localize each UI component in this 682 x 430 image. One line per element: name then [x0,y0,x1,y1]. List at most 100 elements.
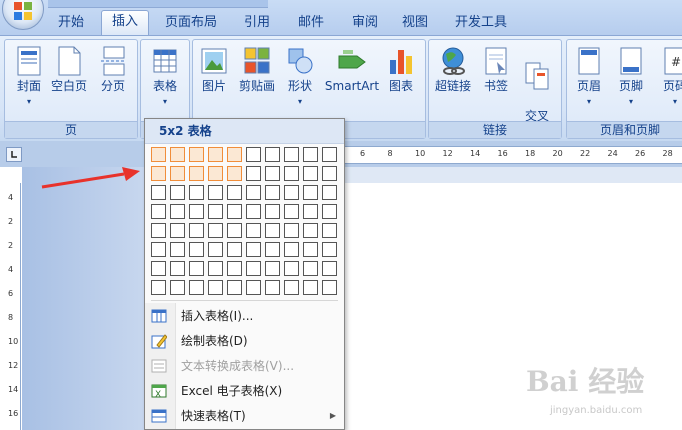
table-grid-cell[interactable] [208,223,223,238]
table-grid-cell[interactable] [265,166,280,181]
tab-insert[interactable]: 插入 [101,10,149,36]
table-grid-cell[interactable] [227,242,242,257]
table-grid-cell[interactable] [208,280,223,295]
tab-view[interactable]: 视图 [392,12,438,34]
draw-table-item[interactable]: 绘制表格(D) [145,330,344,352]
table-grid-cell[interactable] [246,204,261,219]
table-grid-cell[interactable] [322,242,337,257]
table-grid-cell[interactable] [284,147,299,162]
table-grid-cell[interactable] [208,242,223,257]
table-grid-cell[interactable] [189,204,204,219]
table-grid-cell[interactable] [322,204,337,219]
table-grid-cell[interactable] [322,280,337,295]
table-grid-cell[interactable] [151,242,166,257]
table-grid-cell[interactable] [151,280,166,295]
table-grid-cell[interactable] [189,280,204,295]
table-grid-cell[interactable] [227,147,242,162]
tab-developer[interactable]: 开发工具 [446,12,516,34]
table-grid-cell[interactable] [246,147,261,162]
table-grid-cell[interactable] [208,166,223,181]
table-grid-cell[interactable] [246,223,261,238]
table-grid-cell[interactable] [189,147,204,162]
table-grid-cell[interactable] [284,185,299,200]
tab-references[interactable]: 引用 [234,12,280,34]
picture-button[interactable]: 图片 [199,46,229,94]
table-grid-cell[interactable] [227,261,242,276]
table-grid-cell[interactable] [151,147,166,162]
table-grid-cell[interactable] [246,280,261,295]
page-number-button[interactable]: # 页码 ▾ [659,46,682,109]
table-grid-cell[interactable] [265,261,280,276]
smartart-button[interactable]: SmartArt [323,46,381,94]
table-grid-cell[interactable] [265,185,280,200]
table-grid-cell[interactable] [265,223,280,238]
tab-page-layout[interactable]: 页面布局 [156,12,226,34]
table-grid-cell[interactable] [189,166,204,181]
shapes-button[interactable]: 形状 ▾ [285,46,315,109]
table-grid-cell[interactable] [208,185,223,200]
table-grid-cell[interactable] [151,223,166,238]
table-grid-cell[interactable] [303,166,318,181]
table-grid-cell[interactable] [189,185,204,200]
office-button[interactable] [2,0,44,30]
tab-mailings[interactable]: 邮件 [288,12,334,34]
excel-spreadsheet-item[interactable]: X Excel 电子表格(X) [145,380,344,402]
table-grid-cell[interactable] [227,185,242,200]
table-grid-cell[interactable] [189,242,204,257]
tab-review[interactable]: 审阅 [342,12,388,34]
table-grid-cell[interactable] [322,223,337,238]
table-grid-cell[interactable] [303,185,318,200]
table-grid-cell[interactable] [284,166,299,181]
table-grid-cell[interactable] [151,261,166,276]
table-grid-cell[interactable] [322,185,337,200]
table-grid-cell[interactable] [303,147,318,162]
vertical-ruler[interactable]: 4 2 2 4 6 8 10 12 14 16 [4,183,21,430]
cover-page-button[interactable]: 封面 ▾ [11,46,47,109]
table-grid-cell[interactable] [246,185,261,200]
footer-button[interactable]: 页脚 ▾ [615,46,647,109]
table-grid-cell[interactable] [208,261,223,276]
table-grid-cell[interactable] [227,166,242,181]
table-grid-cell[interactable] [265,204,280,219]
table-grid-cell[interactable] [284,261,299,276]
table-grid-cell[interactable] [170,147,185,162]
table-grid-cell[interactable] [322,166,337,181]
table-grid-cell[interactable] [170,185,185,200]
table-grid-cell[interactable] [208,204,223,219]
page-break-button[interactable]: 分页 [95,46,131,94]
table-grid-cell[interactable] [322,147,337,162]
table-grid-cell[interactable] [246,166,261,181]
table-grid-cell[interactable] [246,242,261,257]
table-grid-cell[interactable] [170,261,185,276]
table-grid-cell[interactable] [265,147,280,162]
table-grid-cell[interactable] [151,185,166,200]
table-grid-cell[interactable] [284,280,299,295]
tab-selector[interactable] [6,147,22,162]
hyperlink-button[interactable]: 超链接 [433,46,473,94]
quick-tables-item[interactable]: 快速表格(T) ▶ [145,405,344,427]
table-grid-cell[interactable] [303,242,318,257]
table-grid-cell[interactable] [284,223,299,238]
table-grid-cell[interactable] [303,223,318,238]
table-grid-cell[interactable] [265,242,280,257]
tab-home[interactable]: 开始 [48,12,94,34]
table-grid-cell[interactable] [303,280,318,295]
insert-table-item[interactable]: 插入表格(I)... [145,305,344,327]
table-grid-cell[interactable] [189,261,204,276]
table-grid-cell[interactable] [151,166,166,181]
table-button[interactable]: 表格 ▾ [147,46,183,109]
table-grid-cell[interactable] [170,204,185,219]
chart-button[interactable]: 图表 [385,46,417,94]
table-grid-cell[interactable] [170,280,185,295]
table-grid-cell[interactable] [284,242,299,257]
table-grid-cell[interactable] [303,204,318,219]
header-button[interactable]: 页眉 ▾ [573,46,605,109]
table-grid-cell[interactable] [208,147,223,162]
table-grid-cell[interactable] [246,261,261,276]
quick-access-toolbar[interactable] [48,0,268,8]
clip-art-button[interactable]: 剪贴画 [237,46,277,94]
table-grid-cell[interactable] [170,223,185,238]
table-grid-cell[interactable] [265,280,280,295]
blank-page-button[interactable]: 空白页 [49,46,89,94]
table-grid-cell[interactable] [322,261,337,276]
